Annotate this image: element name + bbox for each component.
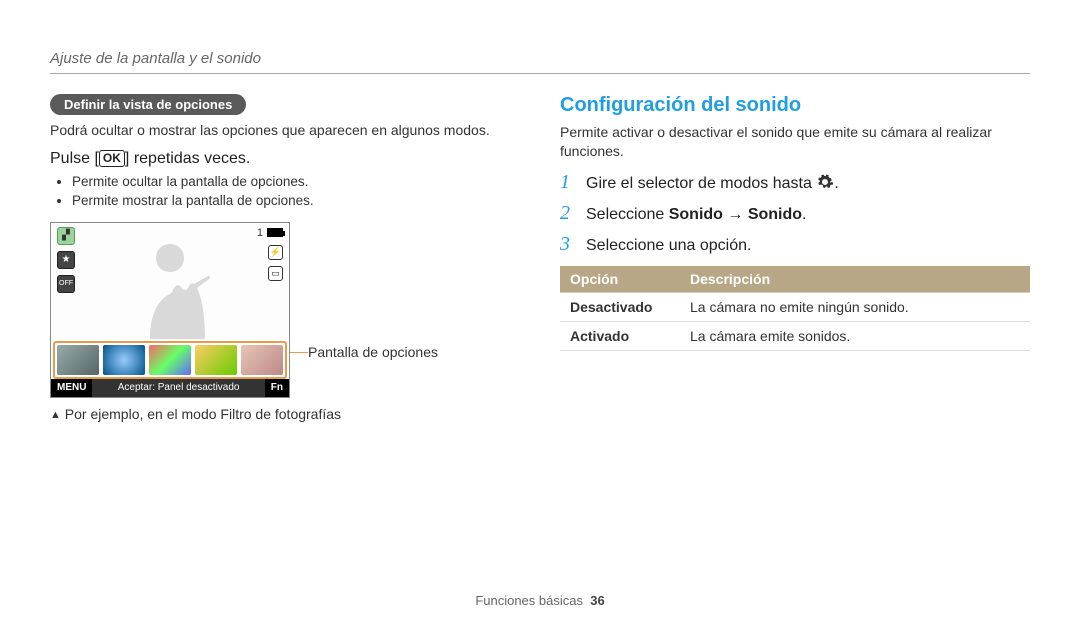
step-number: 1 [560,171,576,194]
person-silhouette-icon [120,234,220,339]
screenshot-caption: ▲ Por ejemplo, en el modo Filtro de foto… [50,406,520,422]
landscape-icon: ▞ [57,227,75,245]
table-row: Desactivado La cámara no emite ningún so… [560,292,1030,321]
fn-button: Fn [265,379,289,397]
bar-mid-label: Aceptar: Panel desactivado [92,382,264,393]
counter: 1 [257,227,263,239]
screenshot-with-callout: ▞ ★ OFF 1 ⚡ ▭ [50,222,520,398]
menu-button: MENU [51,379,92,397]
col-option: Opción [560,266,680,293]
step-2: 2 Seleccione Sonido → Sonido. [560,202,1030,225]
steps-list: 1 Gire el selector de modos hasta . 2 Se… [560,171,1030,256]
instruction-post: ] repetidas veces. [125,150,250,167]
left-icon-column: ▞ ★ OFF [57,227,75,293]
thumb [241,345,283,375]
star-icon: ★ [57,251,75,269]
step-bold: Sonido [669,206,723,223]
bullet-item: Permite ocultar la pantalla de opciones. [72,174,520,189]
callout-line [290,352,308,386]
screenshot-scene: ▞ ★ OFF 1 ⚡ ▭ [51,223,289,339]
gear-icon [816,173,834,191]
step-number: 2 [560,202,576,225]
header-rule [50,73,1030,74]
cell-description: La cámara no emite ningún sonido. [680,292,1030,321]
left-column: Definir la vista de opciones Podrá ocult… [50,94,520,422]
step-text: Seleccione una opción. [586,237,751,255]
step-post: . [802,206,806,223]
bullet-item: Permite mostrar la pantalla de opciones. [72,193,520,208]
off-icon: OFF [57,275,75,293]
right-column: Configuración del sonido Permite activar… [560,94,1030,422]
footer-section: Funciones básicas [475,593,583,608]
options-table: Opción Descripción Desactivado La cámara… [560,266,1030,351]
step-text: Gire el selector de modos hasta . [586,173,839,193]
cell-option: Desactivado [560,292,680,321]
battery-icon [267,228,283,237]
left-bullets: Permite ocultar la pantalla de opciones.… [72,174,520,208]
cell-description: La cámara emite sonidos. [680,321,1030,350]
caption-text: Por ejemplo, en el modo Filtro de fotogr… [65,406,341,422]
flash-icon: ⚡ [268,245,283,260]
camera-screenshot: ▞ ★ OFF 1 ⚡ ▭ [50,222,290,398]
options-panel [53,341,287,379]
content-columns: Definir la vista de opciones Podrá ocult… [50,94,1030,422]
step-post: . [834,175,838,192]
ok-icon: OK [99,150,125,167]
step-pre: Seleccione [586,206,669,223]
right-intro: Permite activar o desactivar el sonido q… [560,123,1030,161]
instruction-pre: Pulse [ [50,150,99,167]
step-1: 1 Gire el selector de modos hasta . [560,171,1030,194]
cell-option: Activado [560,321,680,350]
thumb [149,345,191,375]
table-header-row: Opción Descripción [560,266,1030,293]
callout-label: Pantalla de opciones [308,344,438,360]
screenshot-bottom-bar: MENU Aceptar: Panel desactivado Fn [51,379,289,397]
step-number: 3 [560,233,576,256]
right-icon-column: ⚡ ▭ [268,245,283,281]
section-pill: Definir la vista de opciones [50,94,246,115]
top-right-status: 1 [257,227,283,239]
page-number: 36 [590,593,604,608]
thumb [195,345,237,375]
size-icon: ▭ [268,266,283,281]
table-row: Activado La cámara emite sonidos. [560,321,1030,350]
col-description: Descripción [680,266,1030,293]
step-bold: Sonido [748,206,802,223]
step-text: Seleccione Sonido → Sonido. [586,206,807,224]
left-intro: Podrá ocultar o mostrar las opciones que… [50,121,520,140]
page-footer: Funciones básicas 36 [0,593,1080,608]
step-pre: Gire el selector de modos hasta [586,175,816,192]
sound-config-title: Configuración del sonido [560,94,1030,117]
thumb [57,345,99,375]
arrow-icon: → [723,206,748,223]
thumb [103,345,145,375]
page-header: Ajuste de la pantalla y el sonido [50,50,1030,67]
triangle-up-icon: ▲ [50,409,61,421]
step-3: 3 Seleccione una opción. [560,233,1030,256]
pulse-instruction: Pulse [OK] repetidas veces. [50,150,520,168]
